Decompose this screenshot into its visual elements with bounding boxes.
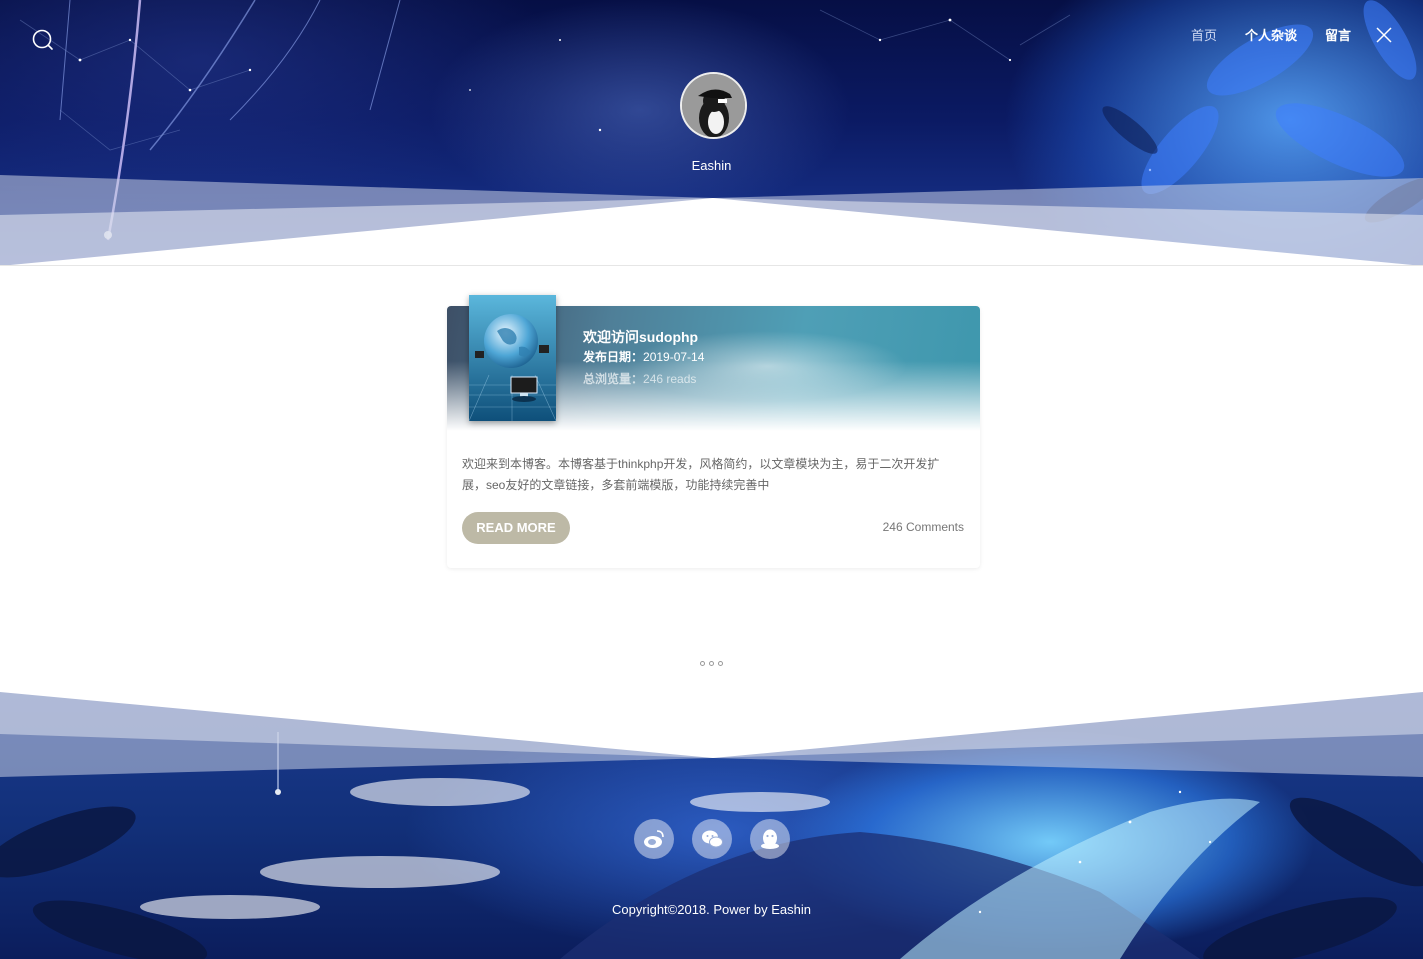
site-header: 首页 个人杂谈 留言 Eashin	[0, 0, 1423, 266]
loading-dot	[709, 661, 714, 666]
weibo-icon	[644, 830, 664, 848]
copyright-text: Copyright©2018. Power by Eashin	[612, 902, 811, 917]
nav-item-home[interactable]: 首页	[1191, 25, 1217, 44]
post-meta: 欢迎访问sudophp 发布日期：2019-07-14 总浏览量：246 rea…	[583, 328, 704, 390]
post-date-value: 2019-07-14	[643, 350, 705, 364]
wechat-button[interactable]	[692, 819, 732, 859]
search-icon	[32, 29, 53, 50]
search-button[interactable]	[30, 27, 56, 53]
close-menu-button[interactable]	[1375, 26, 1393, 44]
avatar[interactable]	[680, 72, 747, 139]
post-date: 发布日期：2019-07-14	[583, 346, 704, 368]
post-date-label: 发布日期：	[583, 350, 644, 364]
qq-icon	[761, 829, 779, 849]
post-excerpt: 欢迎来到本博客。本博客基于thinkphp开发，风格简约，以文章模块为主，易于二…	[462, 457, 940, 492]
qq-button[interactable]	[750, 819, 790, 859]
post-reads: 总浏览量：246 reads	[583, 368, 704, 390]
loading-dot	[718, 661, 723, 666]
post-reads-label: 总浏览量：	[583, 372, 644, 386]
social-links	[634, 819, 808, 859]
nav-item-personal[interactable]: 个人杂谈	[1245, 25, 1297, 44]
globe-network-icon	[469, 295, 556, 421]
site-footer: Copyright©2018. Power by Eashin	[0, 692, 1423, 959]
comment-count[interactable]: 246 Comments	[883, 520, 964, 534]
post-card: 欢迎访问sudophp 发布日期：2019-07-14 总浏览量：246 rea…	[447, 295, 980, 568]
post-thumbnail[interactable]	[469, 295, 556, 421]
loading-dots	[700, 661, 727, 666]
close-icon	[1376, 26, 1392, 43]
post-reads-value: 246 reads	[643, 372, 697, 386]
nav-item-guestbook[interactable]: 留言	[1325, 25, 1351, 44]
loading-dot	[700, 661, 705, 666]
author-name: Eashin	[691, 158, 732, 173]
wechat-icon	[702, 830, 723, 848]
weibo-button[interactable]	[634, 819, 674, 859]
read-more-button[interactable]: READ MORE	[462, 512, 570, 544]
penguin-avatar-icon	[682, 74, 745, 137]
post-title[interactable]: 欢迎访问sudophp	[583, 328, 704, 346]
main-nav: 首页 个人杂谈 留言	[1191, 25, 1393, 44]
